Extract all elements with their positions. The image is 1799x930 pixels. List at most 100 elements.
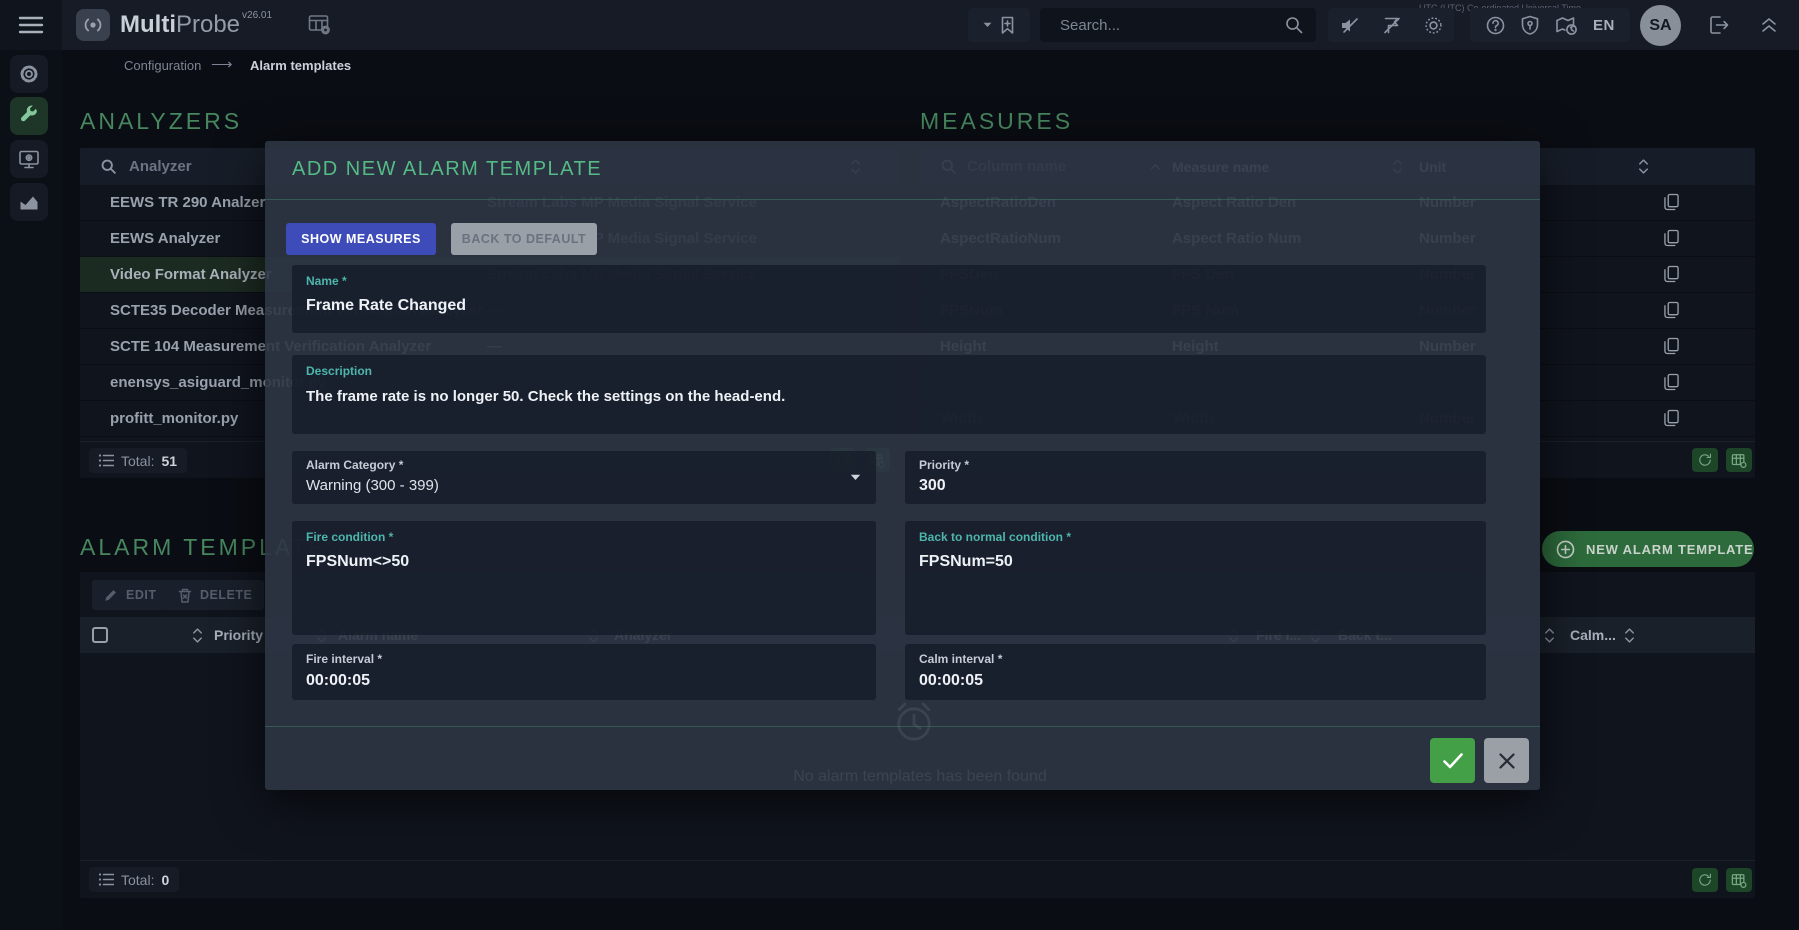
- sidebar-item-statistics[interactable]: [10, 183, 48, 221]
- copy-button[interactable]: [1664, 373, 1679, 391]
- table-settings-button[interactable]: [1726, 448, 1752, 472]
- dropdown-caret-icon: [850, 474, 861, 481]
- hamburger-icon: [18, 14, 44, 36]
- table-settings-icon: [1731, 873, 1747, 888]
- top-bar: MultiProbev26.01 UTC (UTC) Co-ordinated …: [0, 0, 1799, 50]
- pencil-icon: [104, 588, 118, 602]
- sidebar-item-settings[interactable]: [10, 55, 48, 93]
- chevron-down-icon: [983, 22, 992, 28]
- security-icon[interactable]: [1520, 15, 1540, 36]
- breadcrumb-current: Alarm templates: [250, 58, 351, 73]
- help-icon[interactable]: [1485, 15, 1506, 36]
- priority-field[interactable]: Priority * 300: [905, 451, 1486, 504]
- add-alarm-template-modal: ADD NEW ALARM TEMPLATE SHOW MEASURES BAC…: [265, 141, 1540, 790]
- trash-icon: [178, 588, 192, 603]
- analyzers-total: Total:51: [89, 448, 187, 473]
- dashboard-grid-button[interactable]: [308, 14, 331, 35]
- table-settings-icon: [1731, 453, 1747, 468]
- check-icon: [1442, 752, 1464, 770]
- analyzers-title: ANALYZERS: [80, 108, 242, 135]
- modal-title: ADD NEW ALARM TEMPLATE: [292, 158, 602, 181]
- copy-icon: [1664, 373, 1679, 391]
- copy-icon: [1664, 265, 1679, 283]
- notification-toggles-group: [1328, 8, 1454, 42]
- version-label: v26.01: [242, 10, 272, 21]
- fire-interval-field[interactable]: Fire interval * 00:00:05: [292, 644, 876, 700]
- breadcrumb-arrow-icon: ⟶: [211, 55, 233, 73]
- confirm-button[interactable]: [1430, 738, 1475, 783]
- copy-button[interactable]: [1664, 301, 1679, 319]
- copy-button[interactable]: [1664, 337, 1679, 355]
- calm-interval-column-header[interactable]: Calm...: [1570, 627, 1616, 643]
- modal-footer-divider: [265, 726, 1540, 727]
- sort-icon[interactable]: [1624, 627, 1635, 644]
- probe-logo-icon: [81, 17, 105, 33]
- plus-circle-icon: [1556, 540, 1575, 559]
- calm-interval-field[interactable]: Calm interval * 00:00:05: [905, 644, 1486, 700]
- delete-button[interactable]: DELETE: [166, 580, 264, 610]
- copy-icon: [1664, 301, 1679, 319]
- gear-icon: [18, 63, 40, 85]
- brand-title: MultiProbev26.01: [120, 10, 272, 39]
- copy-button[interactable]: [1664, 229, 1679, 247]
- copy-button[interactable]: [1664, 193, 1679, 211]
- bookmark-add-icon: [1000, 16, 1015, 35]
- measures-title: MEASURES: [920, 108, 1073, 135]
- back-to-default-button[interactable]: BACK TO DEFAULT: [451, 223, 597, 255]
- global-search-input[interactable]: [1040, 17, 1284, 34]
- sidebar: [0, 50, 62, 930]
- search-icon: [100, 158, 117, 175]
- alarm-category-select[interactable]: Alarm Category * Warning (300 - 399): [292, 451, 876, 504]
- chart-icon: [18, 192, 40, 212]
- copy-icon: [1664, 229, 1679, 247]
- wrench-icon: [18, 105, 40, 127]
- priority-column-header[interactable]: Priority: [214, 627, 263, 643]
- description-field[interactable]: Description The frame rate is no longer …: [292, 355, 1486, 434]
- refresh-button[interactable]: [1692, 868, 1718, 892]
- language-selector[interactable]: EN: [1593, 17, 1615, 34]
- sidebar-item-monitoring[interactable]: [10, 140, 48, 178]
- bookmarks-button[interactable]: [968, 8, 1030, 42]
- monitor-eye-icon: [18, 149, 40, 170]
- alarm-templates-footer: Total:0: [80, 860, 1755, 898]
- back-to-normal-condition-field[interactable]: Back to normal condition * FPSNum=50: [905, 521, 1486, 635]
- avatar-initials: SA: [1649, 17, 1671, 35]
- sidebar-item-configuration[interactable]: [10, 97, 48, 135]
- sort-icon[interactable]: [192, 627, 203, 644]
- select-all-checkbox[interactable]: [92, 627, 108, 643]
- app-logo: [76, 9, 110, 41]
- close-icon: [1498, 752, 1516, 770]
- copy-button[interactable]: [1664, 409, 1679, 427]
- user-avatar[interactable]: SA: [1640, 5, 1681, 46]
- hamburger-menu-button[interactable]: [18, 14, 44, 36]
- cancel-button[interactable]: [1484, 738, 1529, 783]
- map-time-icon[interactable]: [1555, 15, 1579, 36]
- list-icon: [99, 454, 114, 467]
- copy-icon: [1664, 409, 1679, 427]
- sort-icon[interactable]: [1638, 158, 1649, 175]
- logout-button[interactable]: [1708, 15, 1730, 35]
- refresh-icon: [1697, 872, 1713, 888]
- search-icon: [1284, 15, 1304, 35]
- analyzer-filter-input[interactable]: [127, 157, 277, 176]
- modal-header-divider: [265, 199, 1540, 200]
- fire-condition-field[interactable]: Fire condition * FPSNum<>50: [292, 521, 876, 635]
- copy-button[interactable]: [1664, 265, 1679, 283]
- show-measures-button[interactable]: SHOW MEASURES: [286, 223, 436, 255]
- refresh-icon: [1697, 452, 1713, 468]
- alerts-muted-icon[interactable]: [1381, 15, 1402, 36]
- edit-button[interactable]: EDIT: [92, 580, 168, 610]
- brightness-icon[interactable]: [1423, 15, 1444, 36]
- global-search: [1040, 8, 1316, 42]
- sound-muted-icon[interactable]: [1339, 15, 1360, 36]
- collapse-topbar-button[interactable]: [1760, 15, 1778, 35]
- sort-icon[interactable]: [1544, 627, 1555, 644]
- refresh-button[interactable]: [1692, 448, 1718, 472]
- list-icon: [99, 873, 114, 886]
- multiprobe-app: MultiProbev26.01 UTC (UTC) Co-ordinated …: [0, 0, 1799, 930]
- new-alarm-template-button[interactable]: NEW ALARM TEMPLATE: [1542, 531, 1754, 567]
- name-field[interactable]: Name * Frame Rate Changed: [292, 265, 1486, 333]
- alarm-templates-total: Total:0: [89, 867, 179, 892]
- breadcrumb-parent[interactable]: Configuration: [124, 58, 201, 73]
- table-settings-button[interactable]: [1726, 868, 1752, 892]
